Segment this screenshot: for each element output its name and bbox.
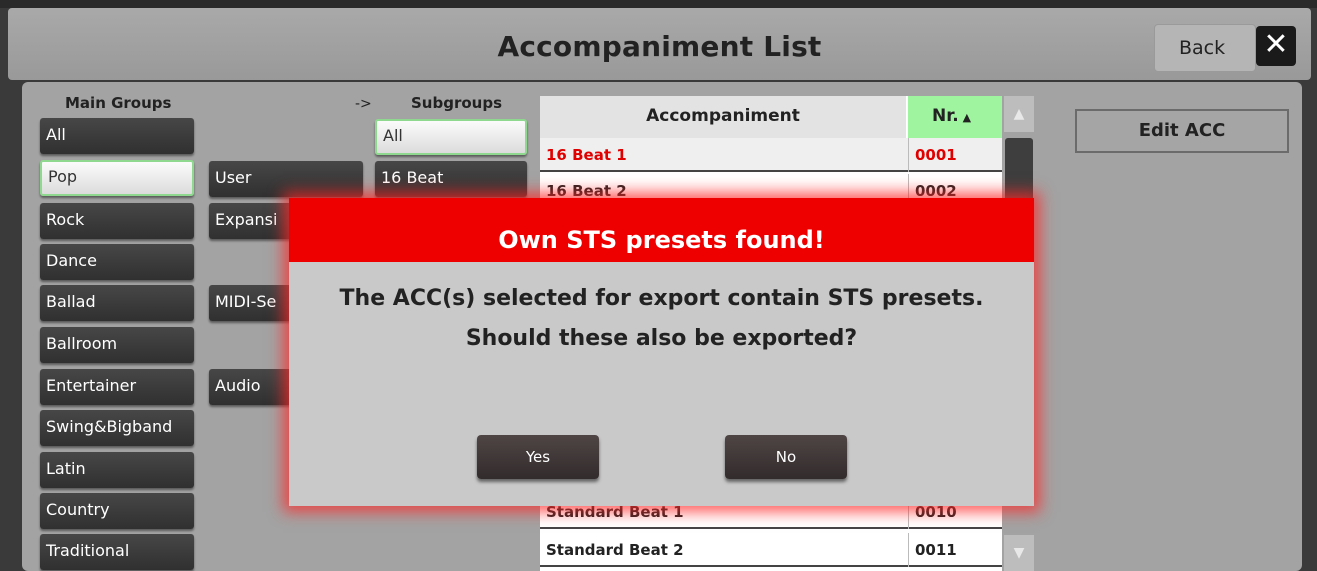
top-strip xyxy=(0,0,1317,8)
edit-acc-button[interactable]: Edit ACC xyxy=(1075,109,1289,153)
main-groups-label: Main Groups xyxy=(65,94,172,112)
subgroup-16-beat[interactable]: 16 Beat xyxy=(375,161,527,197)
row-name: 16 Beat 1 xyxy=(546,146,627,164)
subgroup-all[interactable]: All xyxy=(375,119,527,155)
main-group-pop[interactable]: Pop xyxy=(40,160,194,196)
page-title: Accompaniment List xyxy=(497,30,822,63)
main-group-rock[interactable]: Rock xyxy=(40,203,194,239)
row-nr: 0011 xyxy=(908,533,957,567)
dialog-message-line1: The ACC(s) selected for export contain S… xyxy=(339,286,984,311)
column-header-nr-label: Nr. xyxy=(932,106,959,126)
back-button[interactable]: Back xyxy=(1154,24,1256,72)
table-row[interactable]: Standard Beat 2 0011 xyxy=(540,533,1002,567)
arrow-label: -> xyxy=(355,96,372,112)
main-group-ballad[interactable]: Ballad xyxy=(40,285,194,321)
main-group-traditional[interactable]: Traditional xyxy=(40,534,194,570)
main-group-all[interactable]: All xyxy=(40,118,194,154)
main-group-dance[interactable]: Dance xyxy=(40,244,194,280)
row-name: Standard Beat 2 xyxy=(546,541,684,559)
column-header-nr[interactable]: Nr. ▲ xyxy=(908,96,1002,138)
source-user[interactable]: User xyxy=(209,161,363,197)
no-button[interactable]: No xyxy=(725,435,847,479)
sts-presets-dialog: Own STS presets found! The ACC(s) select… xyxy=(289,198,1034,506)
dialog-title: Own STS presets found! xyxy=(289,198,1034,262)
dialog-message-line2: Should these also be exported? xyxy=(465,326,858,351)
table-row[interactable]: 16 Beat 1 0001 xyxy=(540,138,1002,172)
yes-button[interactable]: Yes xyxy=(477,435,599,479)
main-group-ballroom[interactable]: Ballroom xyxy=(40,327,194,363)
main-group-entertainer[interactable]: Entertainer xyxy=(40,369,194,405)
main-group-latin[interactable]: Latin xyxy=(40,452,194,488)
close-icon[interactable]: ✕ xyxy=(1256,26,1296,66)
main-group-swing-bigband[interactable]: Swing&Bigband xyxy=(40,410,194,446)
scroll-up-icon[interactable]: ▲ xyxy=(1004,96,1034,132)
title-bar: Accompaniment List Back ✕ xyxy=(8,8,1311,80)
main-group-country[interactable]: Country xyxy=(40,493,194,529)
row-nr: 0001 xyxy=(908,138,957,172)
sort-ascending-icon: ▲ xyxy=(962,111,972,124)
column-header-accompaniment[interactable]: Accompaniment xyxy=(540,96,906,138)
scroll-down-icon[interactable]: ▼ xyxy=(1004,535,1034,571)
subgroups-label: Subgroups xyxy=(411,94,503,112)
